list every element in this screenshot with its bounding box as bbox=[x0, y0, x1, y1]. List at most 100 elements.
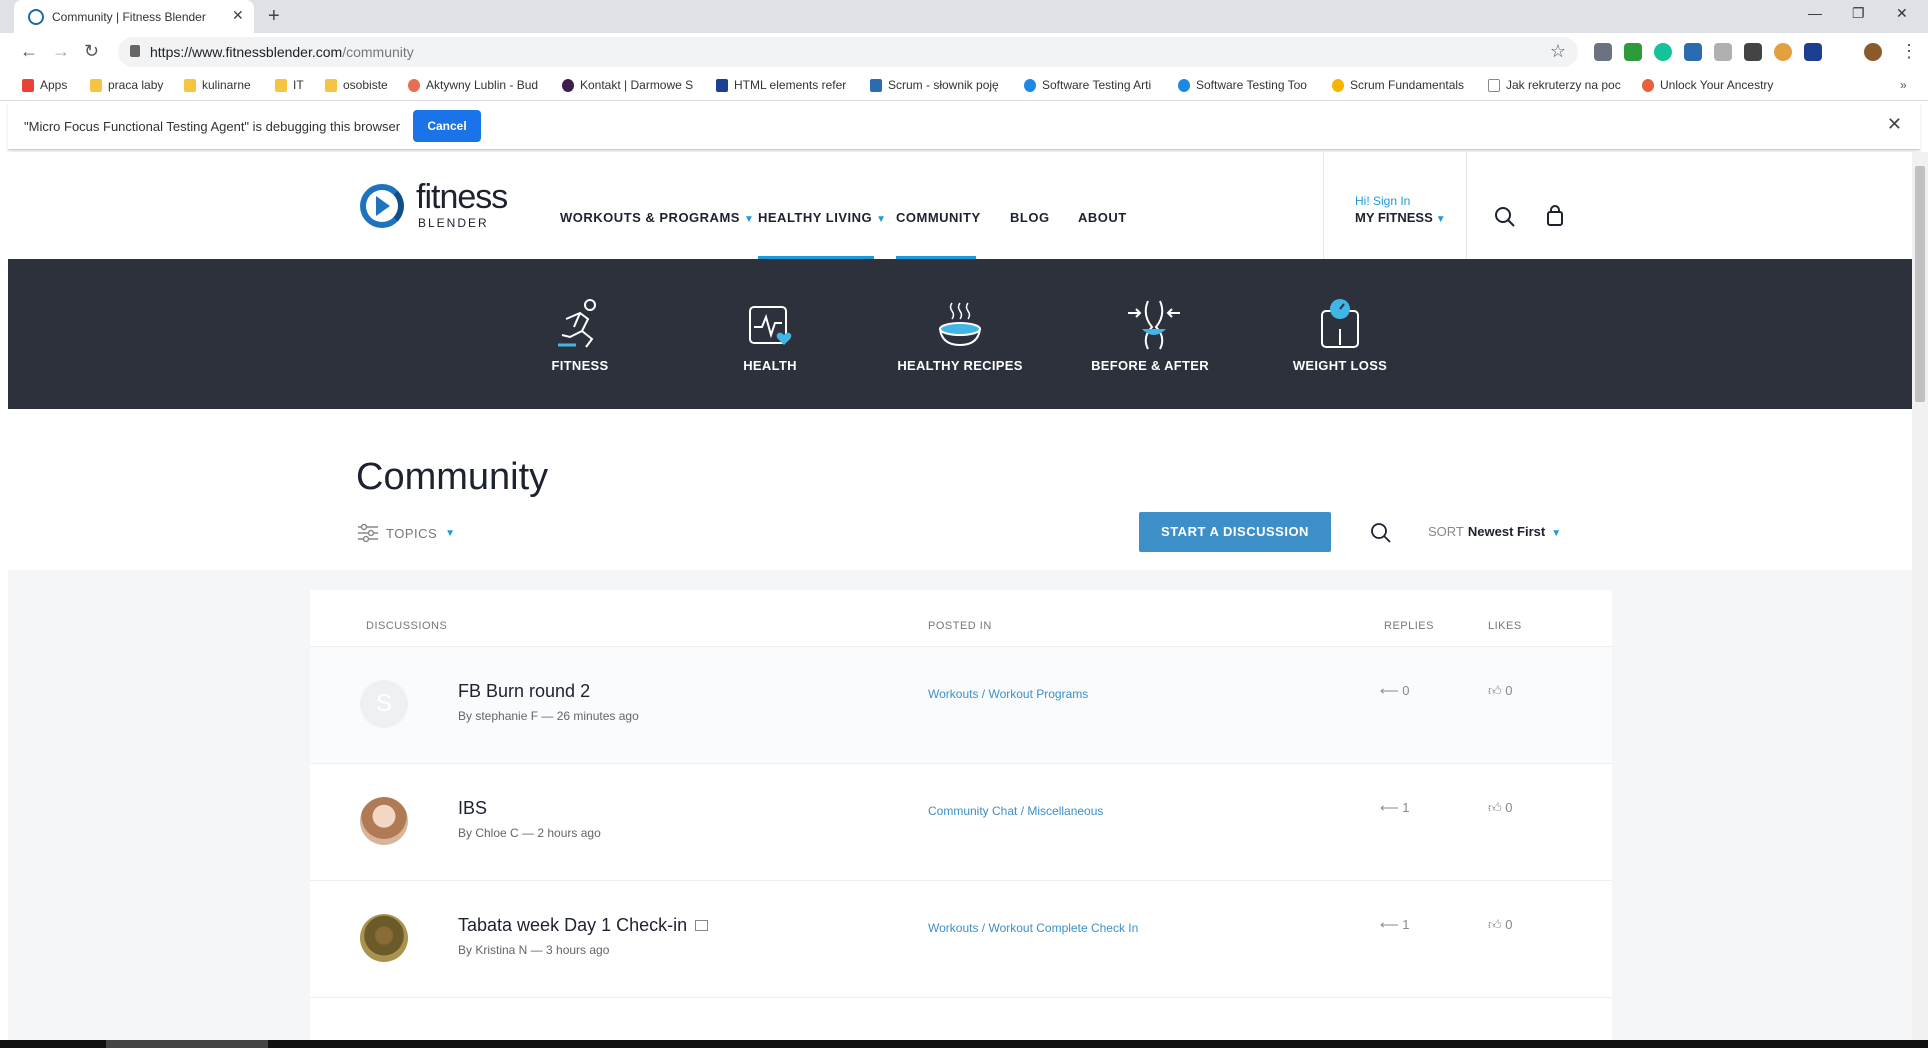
bookmark-osobiste[interactable]: osobiste bbox=[325, 78, 388, 92]
topics-filter[interactable]: TOPICS ▼ bbox=[358, 524, 456, 542]
discussion-title[interactable]: FB Burn round 2 bbox=[458, 681, 590, 702]
bookmark-software-testing-articles[interactable]: Software Testing Arti bbox=[1024, 78, 1151, 92]
topics-label: TOPICS bbox=[386, 525, 438, 541]
bookmark-html-elements[interactable]: HTML elements refer bbox=[716, 78, 846, 92]
restore-icon[interactable]: ❐ bbox=[1852, 5, 1865, 22]
page-scrollbar[interactable] bbox=[1912, 152, 1928, 1040]
bookmark-it[interactable]: IT bbox=[275, 78, 304, 92]
likes-count: 👍︎ 0 bbox=[1488, 800, 1512, 816]
search-icon[interactable] bbox=[1494, 206, 1516, 228]
x-extension-icon[interactable] bbox=[1684, 43, 1702, 61]
discussion-category-link[interactable]: Workouts / Workout Complete Check In bbox=[928, 921, 1138, 935]
url-text: https://www.fitnessblender.com/community bbox=[150, 44, 414, 60]
bookmark-apps[interactable]: Apps bbox=[22, 78, 67, 92]
category-label: BEFORE & AFTER bbox=[1091, 358, 1209, 373]
k-extension-icon[interactable] bbox=[1624, 43, 1642, 61]
discussion-title[interactable]: IBS bbox=[458, 798, 487, 819]
chrome-menu-icon[interactable]: ⋮ bbox=[1900, 41, 1918, 62]
drive-extension-icon[interactable] bbox=[1804, 43, 1822, 61]
site-favicon-icon bbox=[1332, 78, 1344, 92]
site-favicon-icon bbox=[408, 78, 420, 92]
nav-community[interactable]: COMMUNITY bbox=[896, 210, 981, 225]
bookmark-star-icon[interactable]: ☆ bbox=[1550, 41, 1566, 62]
likes-value: 0 bbox=[1505, 917, 1513, 932]
bookmark-label: Scrum Fundamentals bbox=[1350, 78, 1465, 92]
reload-icon[interactable]: ↻ bbox=[84, 41, 99, 62]
bookmark-praca-laby[interactable]: praca laby bbox=[90, 78, 163, 92]
color-extension-icon[interactable] bbox=[1774, 43, 1792, 61]
caret-down-icon: ▼ bbox=[1551, 528, 1562, 539]
discussion-category-link[interactable]: Workouts / Workout Programs bbox=[928, 687, 1088, 701]
thumbs-up-icon: 👍︎ bbox=[1488, 800, 1506, 815]
forward-icon[interactable]: → bbox=[52, 41, 70, 62]
minimize-icon[interactable]: — bbox=[1808, 5, 1822, 21]
category-health[interactable]: HEALTH bbox=[680, 259, 860, 409]
profile-avatar[interactable] bbox=[1864, 43, 1882, 61]
cancel-debugging-button[interactable]: Cancel bbox=[413, 110, 481, 142]
sign-in-link[interactable]: Hi! Sign In bbox=[1355, 194, 1410, 208]
bookmark-scrum-fundamentals[interactable]: Scrum Fundamentals bbox=[1332, 78, 1464, 92]
notes-extension-icon[interactable] bbox=[1744, 43, 1762, 61]
grammarly-extension-icon[interactable] bbox=[1654, 43, 1672, 61]
bookmark-aktywny-lublin[interactable]: Aktywny Lublin - Bud bbox=[408, 78, 538, 92]
site-favicon-icon bbox=[870, 78, 882, 92]
header-divider bbox=[1466, 152, 1467, 259]
tab-close-icon[interactable]: ✕ bbox=[232, 7, 244, 24]
discussion-title[interactable]: Tabata week Day 1 Check-in bbox=[458, 915, 709, 936]
start-discussion-button[interactable]: START A DISCUSSION bbox=[1139, 512, 1331, 552]
site-favicon-icon bbox=[562, 78, 574, 92]
table-row[interactable]: IBS By Chloe C — 2 hours ago Community C… bbox=[310, 764, 1612, 881]
nav-blog[interactable]: BLOG bbox=[1010, 210, 1050, 225]
fitness-blender-logo[interactable]: fitness BLENDER bbox=[360, 178, 530, 230]
my-fitness-menu[interactable]: MY FITNESS ▼ bbox=[1355, 210, 1446, 225]
sort-value: Newest First bbox=[1467, 524, 1546, 539]
bookmarks-overflow-icon[interactable]: » bbox=[1900, 78, 1907, 92]
page-icon bbox=[1488, 78, 1500, 92]
table-row[interactable]: Tabata week Day 1 Check-in By Kristina N… bbox=[310, 881, 1612, 998]
scale-icon bbox=[1321, 299, 1359, 348]
shopping-bag-icon[interactable] bbox=[1546, 205, 1564, 227]
nav-workouts-programs[interactable]: WORKOUTS & PROGRAMS ▼ bbox=[560, 210, 754, 225]
bookmark-kontakt[interactable]: Kontakt | Darmowe S bbox=[562, 78, 693, 92]
bookmark-kulinarne[interactable]: kulinarne bbox=[184, 78, 251, 92]
new-tab-icon[interactable]: + bbox=[268, 5, 280, 28]
search-discussions-icon[interactable] bbox=[1370, 522, 1392, 544]
cloud-extension-icon[interactable] bbox=[1714, 43, 1732, 61]
category-label: FITNESS bbox=[551, 358, 609, 373]
category-healthy-recipes[interactable]: HEALTHY RECIPES bbox=[870, 259, 1050, 409]
category-label: HEALTH bbox=[743, 358, 797, 373]
bookmark-unlock-ancestry[interactable]: Unlock Your Ancestry bbox=[1642, 78, 1773, 92]
caret-down-icon: ▼ bbox=[743, 214, 755, 225]
filter-sliders-icon bbox=[358, 524, 378, 542]
discussion-category-link[interactable]: Community Chat / Miscellaneous bbox=[928, 804, 1103, 818]
bookmark-scrum-slownik[interactable]: Scrum - słownik poję bbox=[870, 78, 999, 92]
image-attachment-icon bbox=[695, 920, 709, 931]
category-fitness[interactable]: FITNESS bbox=[490, 259, 670, 409]
reply-arrow-icon: ⟵ bbox=[1380, 917, 1403, 932]
back-icon[interactable]: ← bbox=[20, 41, 38, 62]
browser-tab[interactable]: Community | Fitness Blender ✕ bbox=[14, 0, 254, 33]
bookmark-software-testing-tools[interactable]: Software Testing Too bbox=[1178, 78, 1307, 92]
bookmark-label: Scrum - słownik poję bbox=[888, 78, 999, 92]
nav-label: COMMUNITY bbox=[896, 210, 981, 225]
shield-extension-icon[interactable] bbox=[1594, 43, 1612, 61]
browser-toolbar: ← → ↻ https://www.fitnessblender.com/com… bbox=[0, 33, 1928, 71]
window-close-icon[interactable]: ✕ bbox=[1896, 5, 1908, 22]
taskbar-highlight bbox=[106, 1040, 268, 1048]
replies-value: 0 bbox=[1402, 683, 1410, 698]
bookmark-label: HTML elements refer bbox=[734, 78, 847, 92]
address-bar[interactable]: https://www.fitnessblender.com/community… bbox=[118, 37, 1578, 67]
table-row[interactable]: S FB Burn round 2 By stephanie F — 26 mi… bbox=[310, 647, 1612, 764]
nav-healthy-living[interactable]: HEALTHY LIVING ▼ bbox=[758, 210, 887, 225]
logo-word: fitness bbox=[416, 178, 508, 216]
infobar-close-icon[interactable]: ✕ bbox=[1887, 114, 1902, 135]
category-before-after[interactable]: BEFORE & AFTER bbox=[1060, 259, 1240, 409]
runner-icon bbox=[558, 299, 596, 348]
nav-about[interactable]: ABOUT bbox=[1078, 210, 1127, 225]
bookmark-jak-rekruterzy[interactable]: Jak rekruterzy na poc bbox=[1488, 78, 1621, 92]
category-weight-loss[interactable]: WEIGHT LOSS bbox=[1250, 259, 1430, 409]
sort-dropdown[interactable]: SORT Newest First ▼ bbox=[1428, 524, 1561, 539]
fitness-blender-favicon-icon bbox=[28, 9, 44, 25]
scrollbar-thumb[interactable] bbox=[1915, 166, 1925, 402]
bookmark-label: osobiste bbox=[343, 78, 388, 92]
